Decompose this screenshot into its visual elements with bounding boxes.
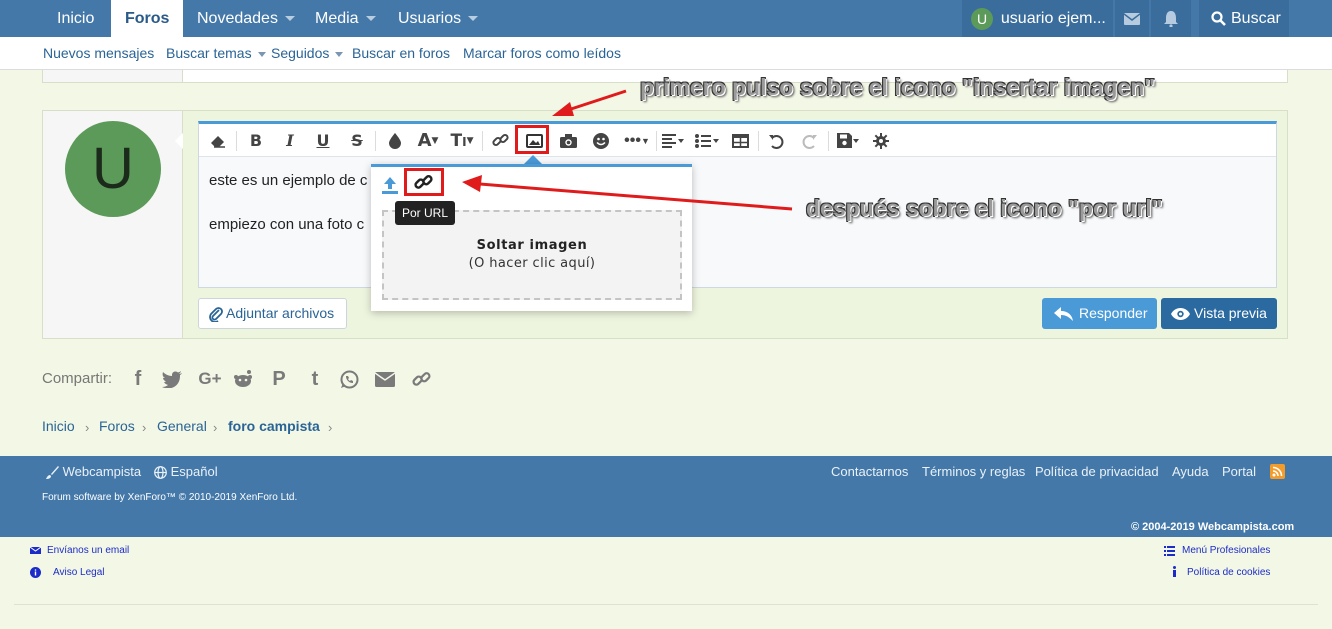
software-credit: Forum software by XenForo™ © 2010-2019 X… [42, 492, 298, 503]
reddit-icon[interactable] [232, 368, 254, 390]
twitter-icon[interactable] [161, 368, 183, 390]
chevron-right-icon: › [328, 420, 333, 435]
info-icon [1173, 566, 1176, 577]
link-icon[interactable] [410, 368, 432, 390]
language-name: Español [170, 464, 218, 479]
copyright: © 2004-2019 Webcampista.com [1131, 521, 1295, 533]
breadcrumb-general[interactable]: General [157, 418, 207, 434]
bottom-link-cookies[interactable]: Política de cookies [1187, 567, 1270, 578]
tumblr-icon[interactable]: t [304, 368, 326, 390]
rss-button[interactable] [1270, 464, 1285, 479]
breadcrumb-current[interactable]: foro campista [228, 418, 320, 434]
share-label: Compartir: [42, 370, 113, 387]
google-plus-icon[interactable]: G+ [197, 368, 223, 390]
chevron-right-icon: › [213, 420, 218, 435]
chevron-right-icon: › [142, 420, 147, 435]
info-icon [30, 567, 41, 578]
footer-link-portal[interactable]: Portal [1222, 464, 1256, 479]
divider [14, 604, 1318, 605]
rss-icon [1272, 466, 1283, 477]
brush-icon [46, 466, 59, 480]
breadcrumb-foros[interactable]: Foros [99, 418, 135, 434]
email-icon[interactable] [374, 368, 396, 390]
bottom-link-legal[interactable]: Aviso Legal [53, 567, 105, 578]
whatsapp-icon[interactable] [338, 368, 360, 390]
style-name: Webcampista [62, 464, 142, 479]
style-chooser[interactable]: Webcampista [46, 464, 142, 480]
bottom-link-email[interactable]: Envíanos un email [47, 545, 129, 556]
breadcrumb-inicio[interactable]: Inicio [42, 418, 75, 434]
language-chooser[interactable]: Español [154, 464, 218, 479]
facebook-icon[interactable]: f [127, 368, 149, 390]
envelope-icon [30, 546, 41, 554]
footer-link-contact[interactable]: Contactarnos [831, 464, 908, 479]
footer: Webcampista Español Contactarnos Término… [0, 456, 1332, 537]
pinterest-icon[interactable]: P [268, 368, 290, 390]
bottom-link-professionals[interactable]: Menú Profesionales [1182, 545, 1270, 556]
footer-link-privacy[interactable]: Política de privacidad [1035, 464, 1159, 479]
list-icon [1164, 546, 1175, 556]
footer-link-help[interactable]: Ayuda [1172, 464, 1209, 479]
footer-link-terms[interactable]: Términos y reglas [922, 464, 1025, 479]
globe-icon [154, 466, 167, 479]
chevron-right-icon: › [85, 420, 90, 435]
